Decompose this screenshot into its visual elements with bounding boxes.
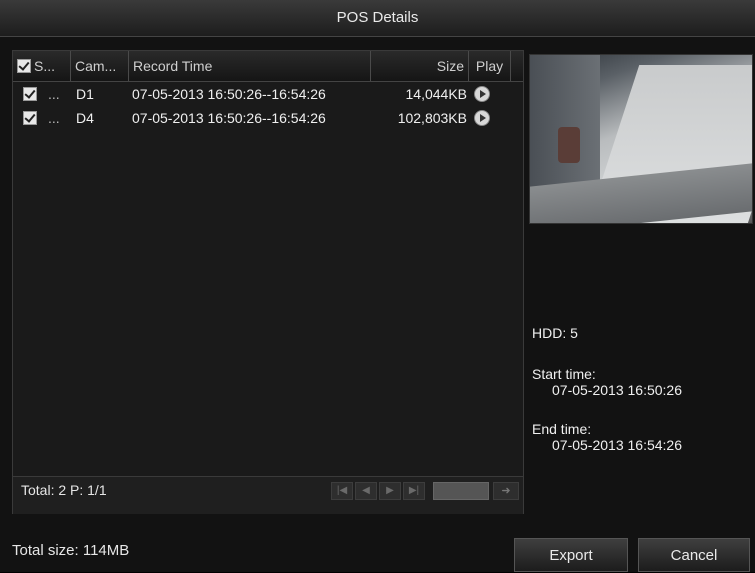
header-size[interactable]: Size <box>371 51 469 81</box>
pagination-summary: Total: 2 P: 1/1 <box>21 482 107 498</box>
select-all-checkbox-icon[interactable] <box>17 59 31 74</box>
pos-details-dialog: POS Details S... Cam... Record Time Size… <box>0 0 755 572</box>
row-record-time: 07-05-2013 16:50:26--16:54:26 <box>132 86 326 102</box>
header-record-time[interactable]: Record Time <box>129 51 371 81</box>
file-list-panel: S... Cam... Record Time Size Play ... D1… <box>12 50 524 514</box>
row-truncated: ... <box>48 110 60 126</box>
hdd-label: HDD: 5 <box>532 325 578 341</box>
end-time-label: End time: <box>532 421 592 437</box>
video-preview <box>529 54 753 224</box>
row-camera: D1 <box>76 86 94 102</box>
start-time-value: 07-05-2013 16:50:26 <box>552 382 682 398</box>
table-row[interactable]: ... D4 07-05-2013 16:50:26--16:54:26 102… <box>13 106 523 130</box>
go-arrow-icon[interactable]: ➜ <box>493 482 519 500</box>
first-page-icon[interactable]: |◀ <box>331 482 353 500</box>
end-time-block: End time: 07-05-2013 16:54:26 <box>532 421 682 453</box>
checkbox-checked-icon[interactable] <box>23 87 37 102</box>
checkbox-checked-icon[interactable] <box>23 111 37 126</box>
row-checkbox[interactable] <box>23 82 40 106</box>
dialog-title: POS Details <box>0 0 755 37</box>
total-size-label: Total size: 114MB <box>12 542 130 559</box>
table-row[interactable]: ... D1 07-05-2013 16:50:26--16:54:26 14,… <box>13 82 523 106</box>
start-time-block: Start time: 07-05-2013 16:50:26 <box>532 366 682 398</box>
page-number-input[interactable] <box>433 482 489 500</box>
header-camera[interactable]: Cam... <box>71 51 129 81</box>
dialog-footer: Total size: 114MB Export Cancel <box>0 528 755 572</box>
row-camera: D4 <box>76 110 94 126</box>
header-select[interactable]: S... <box>13 51 71 81</box>
row-truncated: ... <box>48 86 60 102</box>
row-size: 14,044KB <box>405 86 468 102</box>
last-page-icon[interactable]: ▶| <box>403 482 425 500</box>
row-checkbox[interactable] <box>23 106 40 130</box>
row-size: 102,803KB <box>397 110 467 126</box>
table-header: S... Cam... Record Time Size Play <box>13 51 523 82</box>
end-time-value: 07-05-2013 16:54:26 <box>552 437 682 453</box>
prev-page-icon[interactable]: ◀ <box>355 482 377 500</box>
header-play[interactable]: Play <box>469 51 511 81</box>
start-time-label: Start time: <box>532 366 596 382</box>
export-button[interactable]: Export <box>514 538 628 572</box>
cancel-button[interactable]: Cancel <box>638 538 750 572</box>
play-circle-icon[interactable] <box>474 86 490 102</box>
row-record-time: 07-05-2013 16:50:26--16:54:26 <box>132 110 326 126</box>
pagination-bar: Total: 2 P: 1/1 |◀ ◀ ▶ ▶| ➜ <box>13 476 523 514</box>
table-body: ... D1 07-05-2013 16:50:26--16:54:26 14,… <box>13 82 523 130</box>
play-circle-icon[interactable] <box>474 110 490 126</box>
next-page-icon[interactable]: ▶ <box>379 482 401 500</box>
